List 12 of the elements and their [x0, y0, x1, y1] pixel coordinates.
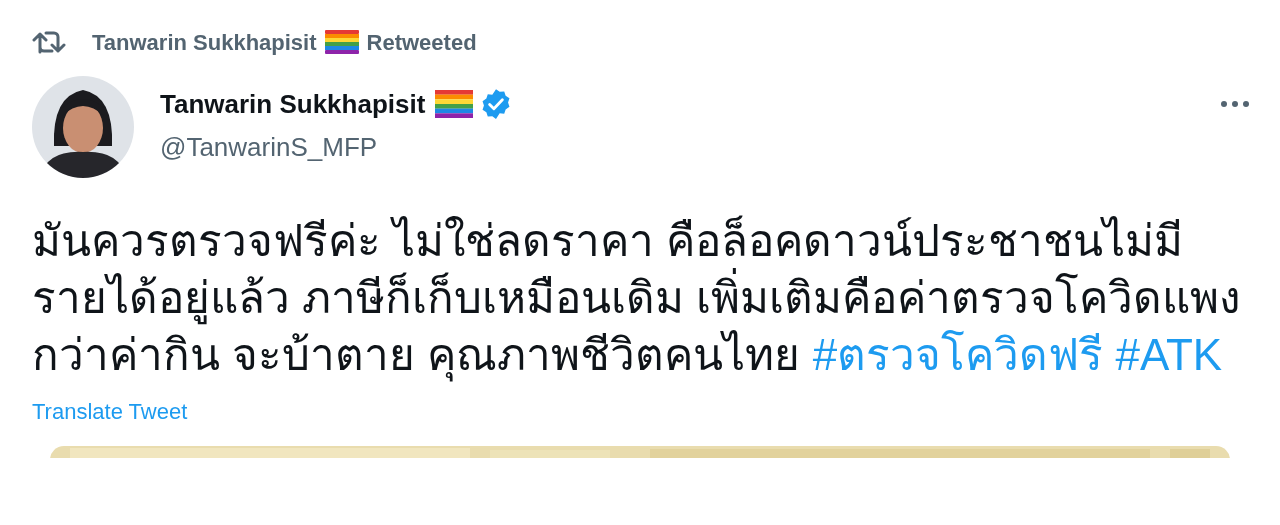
- author-handle: @TanwarinS_MFP: [160, 131, 379, 164]
- rainbow-flag-icon: [435, 90, 474, 118]
- hashtag-link[interactable]: #ตรวจโควิดฟรี: [812, 330, 1104, 379]
- translate-link[interactable]: Translate Tweet: [32, 395, 188, 428]
- retweet-icon: [32, 29, 66, 55]
- retweeter-name[interactable]: Tanwarin Sukkhapisit: [92, 25, 317, 59]
- tweet-text: มันควรตรวจฟรีค่ะ ไม่ใช่ลดราคา คือล็อคดาวน์ประชาชนไม่มีรายได้อยู่แล้ว ภาษีก็เก็บเหมือนเดิม เพิ่มเติมคือค่าตรวจโควิดแพงกว่าค่ากิน จะบ้าตาย คุณภาพชีวิตคนไทย #ตรวจโควิดฟรี #ATK: [32, 212, 1250, 383]
- hashtag-link[interactable]: #ATK: [1115, 330, 1223, 379]
- more-icon[interactable]: [1220, 100, 1250, 108]
- author-name[interactable]: Tanwarin Sukkhapisit: [160, 84, 426, 124]
- retweeted-label: Retweeted: [366, 28, 477, 57]
- rainbow-flag-icon: [324, 30, 359, 54]
